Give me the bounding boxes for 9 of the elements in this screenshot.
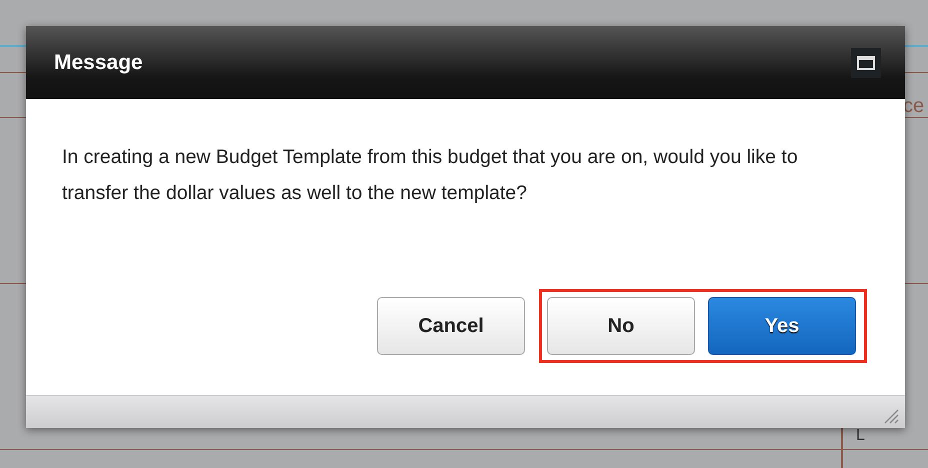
- background-text: L: [856, 428, 865, 444]
- maximize-button[interactable]: [851, 48, 881, 78]
- window-title: Message: [54, 50, 143, 74]
- dialog-button[interactable]: Yes: [708, 297, 856, 355]
- message-text: In creating a new Budget Template from this budget that you are on, would you like to transfer the dollar values as well to the new template?: [62, 145, 799, 206]
- resize-grip-icon[interactable]: [883, 408, 899, 424]
- dialog-button[interactable]: Cancel: [377, 297, 525, 355]
- maximize-icon: [857, 56, 875, 70]
- dialog-button[interactable]: No: [547, 297, 695, 355]
